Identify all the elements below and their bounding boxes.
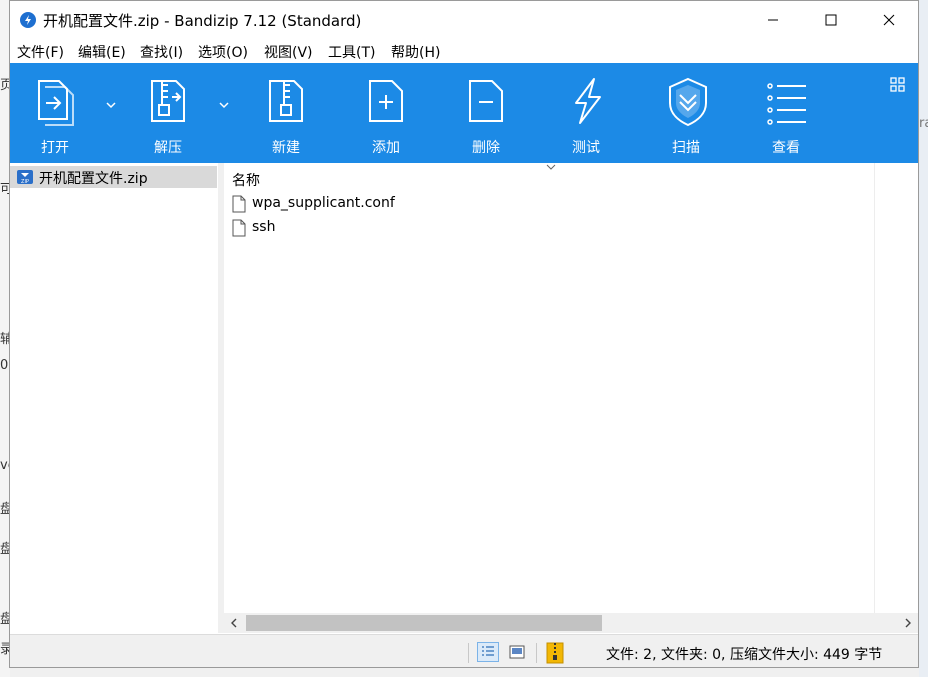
column-divider (874, 163, 875, 613)
add-icon (369, 80, 403, 122)
chevron-down-icon (106, 102, 116, 109)
new-archive-button[interactable]: 新建 (246, 63, 326, 163)
background-window-strip-right (919, 0, 928, 677)
bandizip-app-icon (20, 12, 36, 28)
thumbnail-view-button[interactable] (508, 643, 526, 665)
test-button[interactable]: 测试 (546, 63, 626, 163)
test-icon (575, 78, 601, 124)
view-button[interactable]: 查看 (746, 63, 826, 163)
new-archive-icon (269, 80, 303, 122)
scan-button[interactable]: 扫描 (646, 63, 726, 163)
extract-label: 解压 (154, 140, 182, 156)
delete-button[interactable]: 删除 (446, 63, 526, 163)
title-bar: 开机配置文件.zip - Bandizip 7.12 (Standard) (10, 1, 918, 39)
view-icon (767, 83, 806, 125)
file-icon (232, 219, 246, 237)
status-separator (468, 643, 469, 663)
scroll-right-button[interactable] (898, 613, 918, 633)
details-view-icon (482, 646, 494, 656)
new-archive-label: 新建 (272, 140, 300, 156)
menu-tools[interactable]: 工具(T) (328, 42, 375, 62)
extract-dropdown[interactable] (217, 97, 231, 111)
horizontal-scrollbar[interactable] (224, 613, 918, 633)
chevron-left-icon (231, 618, 237, 628)
test-label: 测试 (572, 140, 600, 156)
toolbar: 打开 解压 新建 添加 删除 测试 扫描 查看 (10, 63, 918, 163)
maximize-icon (825, 14, 837, 26)
status-separator (536, 643, 537, 663)
menu-edit[interactable]: 编辑(E) (78, 42, 126, 62)
open-button[interactable]: 打开 (15, 63, 95, 163)
open-icon (38, 80, 74, 126)
menu-options[interactable]: 选项(O) (198, 42, 248, 62)
delete-label: 删除 (472, 140, 500, 156)
delete-icon (469, 80, 503, 122)
extract-button[interactable]: 解压 (128, 63, 208, 163)
menu-view[interactable]: 视图(V) (264, 42, 313, 62)
file-icon (232, 195, 246, 213)
minimize-button[interactable] (744, 1, 802, 39)
folder-tree: ZIP 开机配置文件.zip (10, 163, 219, 633)
open-label: 打开 (41, 140, 69, 156)
view-label: 查看 (772, 140, 800, 156)
zip-archive-icon: ZIP (17, 170, 33, 185)
thumbnail-view-icon (509, 645, 525, 659)
file-list: 名称 wpa_supplicant.conf ssh (224, 163, 918, 613)
window-title: 开机配置文件.zip - Bandizip 7.12 (Standard) (43, 12, 362, 30)
details-view-button[interactable] (477, 642, 499, 662)
background-text-fragment: ra (919, 116, 928, 131)
menu-bar: 文件(F) 编辑(E) 查找(I) 选项(O) 视图(V) 工具(T) 帮助(H… (10, 39, 918, 63)
menu-find[interactable]: 查找(I) (140, 42, 183, 62)
scroll-thumb[interactable] (246, 615, 602, 631)
status-text: 文件: 2, 文件夹: 0, 压缩文件大小: 449 字节 (606, 647, 883, 663)
chevron-down-icon (219, 102, 229, 109)
layout-toggle-button[interactable] (890, 77, 906, 97)
menu-file[interactable]: 文件(F) (17, 42, 64, 62)
tree-item-archive[interactable]: ZIP 开机配置文件.zip (10, 166, 217, 188)
bandizip-window: 开机配置文件.zip - Bandizip 7.12 (Standard) 文件… (9, 0, 919, 668)
close-button[interactable] (860, 1, 918, 39)
tree-item-label: 开机配置文件.zip (39, 171, 148, 187)
column-header-label: 名称 (232, 173, 260, 189)
add-label: 添加 (372, 140, 400, 156)
chevron-right-icon (905, 618, 911, 628)
file-row[interactable]: ssh (232, 217, 632, 239)
add-button[interactable]: 添加 (346, 63, 426, 163)
maximize-button[interactable] (802, 1, 860, 39)
status-bar: 文件: 2, 文件夹: 0, 压缩文件大小: 449 字节 (10, 634, 918, 667)
column-header-name[interactable]: 名称 (224, 163, 875, 189)
scan-label: 扫描 (672, 140, 700, 156)
scroll-left-button[interactable] (224, 613, 244, 633)
zip-folder-icon (546, 642, 564, 664)
extract-icon (151, 80, 185, 122)
file-name: ssh (252, 219, 276, 235)
svg-text:ZIP: ZIP (21, 179, 29, 185)
archive-info-button[interactable] (546, 642, 564, 667)
minimize-icon (768, 19, 778, 21)
menu-help[interactable]: 帮助(H) (391, 42, 440, 62)
open-dropdown[interactable] (104, 97, 118, 111)
scan-icon (669, 77, 707, 127)
sort-descending-icon (546, 164, 556, 170)
file-row[interactable]: wpa_supplicant.conf (232, 193, 632, 215)
grid-icon (890, 77, 905, 92)
file-name: wpa_supplicant.conf (252, 195, 395, 211)
close-icon (883, 14, 895, 26)
